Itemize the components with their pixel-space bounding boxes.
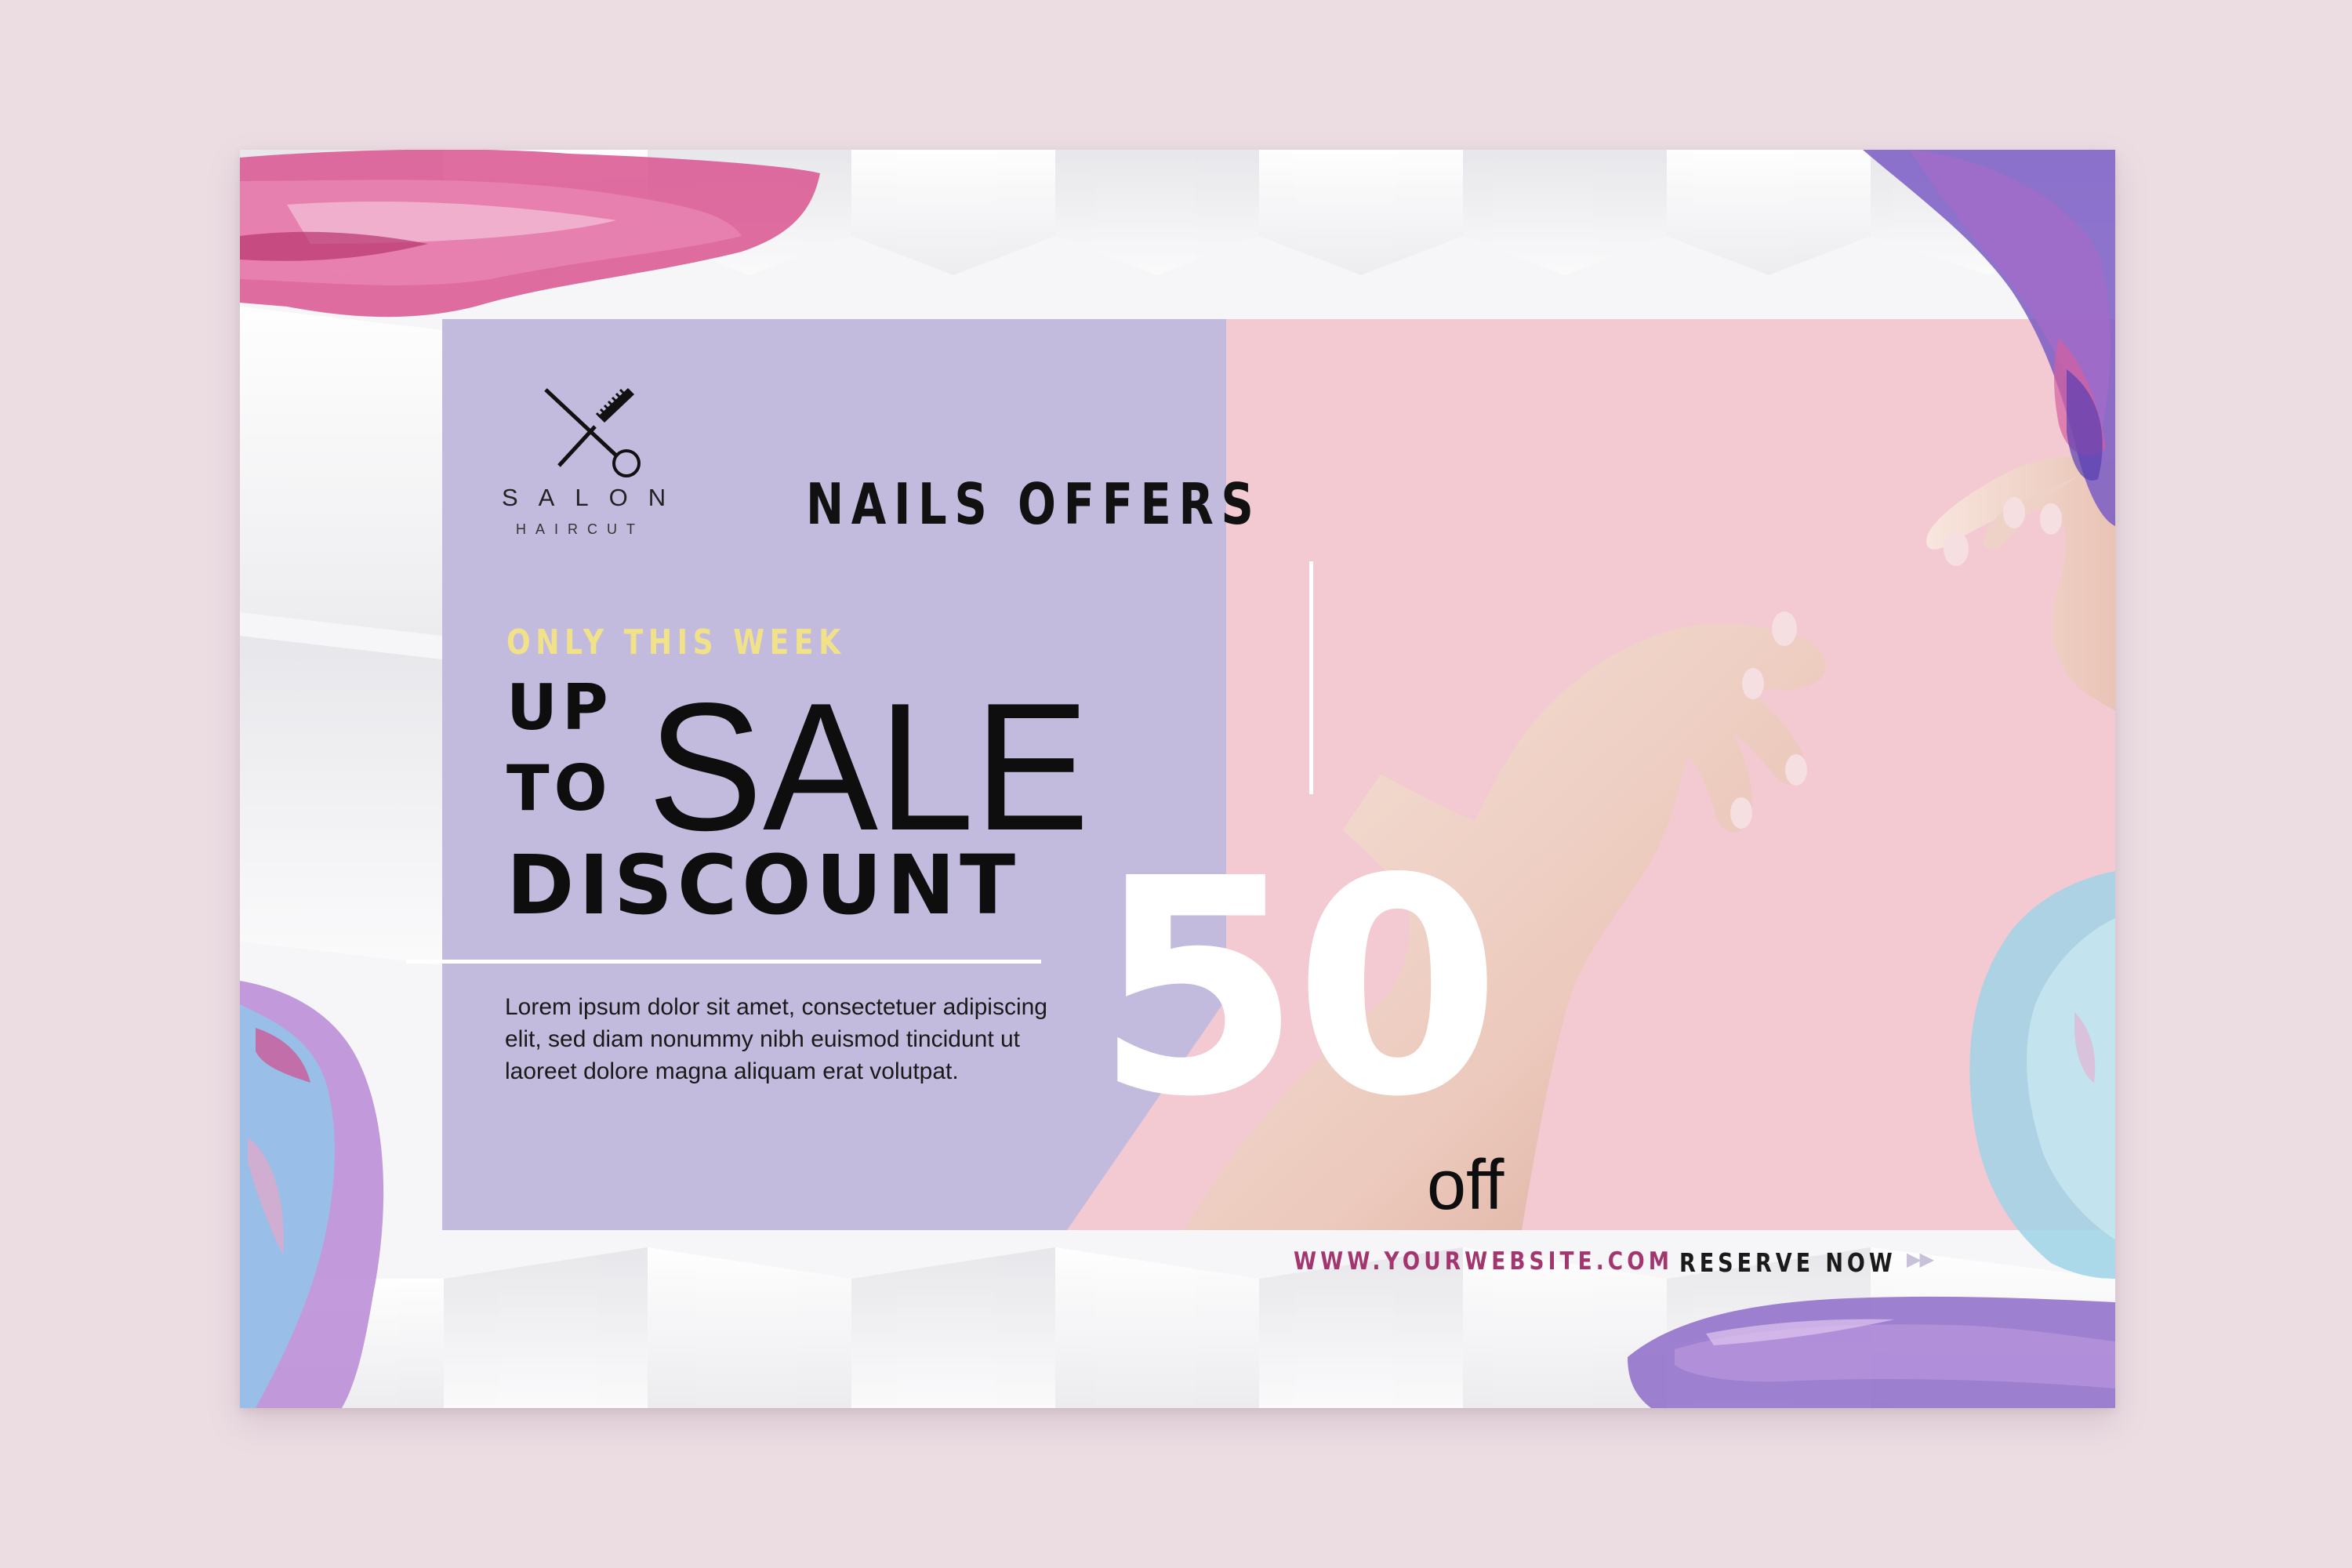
promo-line-to: TO	[506, 752, 612, 825]
promo-line-discount: DISCOUNT	[506, 837, 1021, 933]
promo-line-sale: SALE	[648, 666, 1090, 869]
promo-tagline: ONLY THIS WEEK	[506, 622, 846, 662]
vertical-divider	[1309, 561, 1313, 794]
brush-stroke-bottom-right	[1628, 1296, 2115, 1408]
brush-stroke-bottom-left	[240, 981, 384, 1408]
website-link[interactable]: WWW.YOURWEBSITE.COM	[1294, 1247, 1673, 1276]
logo-salon-text: SALON	[502, 484, 687, 511]
horizontal-divider	[406, 960, 1041, 964]
logo-haircut-text: HAIRCUT	[516, 521, 644, 537]
banner-title: NAILS OFFERS	[806, 471, 1261, 537]
banner-card: SALON HAIRCUT NAILS OFFERS ONLY THIS WEE…	[240, 150, 2115, 1408]
scissors-comb-icon	[544, 388, 641, 477]
discount-amount: 50	[1094, 815, 1501, 1162]
promo-description: Lorem ipsum dolor sit amet, consectetuer…	[505, 994, 1047, 1084]
reserve-now-button[interactable]: RESERVE NOW	[1679, 1247, 1896, 1278]
promo-line-up: UP	[506, 671, 613, 744]
double-arrow-right-icon: ▶▶	[1907, 1249, 1934, 1270]
brush-stroke-top-left	[240, 150, 820, 318]
brush-stroke-right-blue	[1969, 871, 2115, 1279]
discount-suffix: off	[1427, 1146, 1504, 1225]
brush-stroke-top-right	[1863, 150, 2115, 526]
